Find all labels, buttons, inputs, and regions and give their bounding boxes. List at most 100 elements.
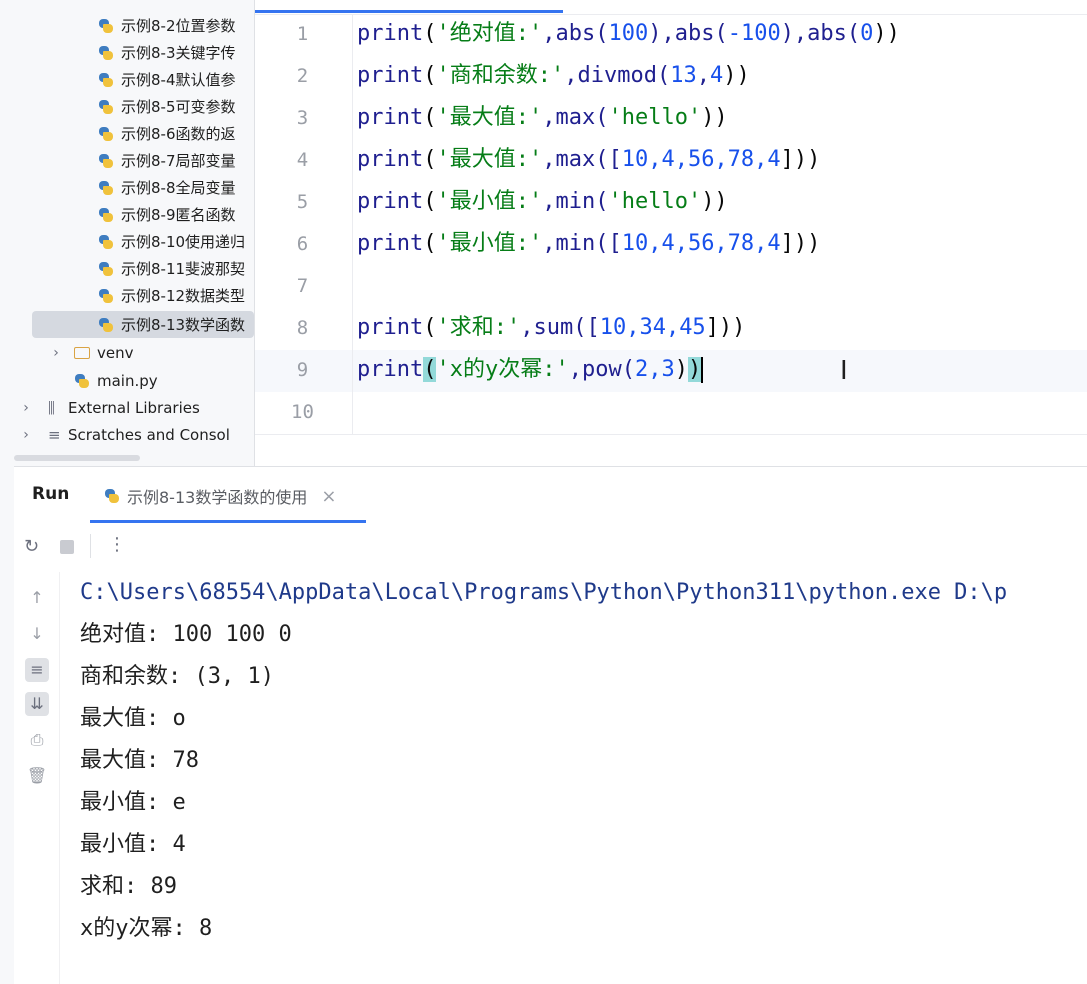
console-output-line: 商和余数: (3, 1) [80, 664, 274, 689]
tree-item-main[interactable]: main.py [74, 367, 254, 394]
run-tab-label: 示例8-13数学函数的使用 [127, 488, 308, 507]
python-file-icon [98, 261, 114, 277]
code-line-9[interactable]: print('x的y次幂:',pow(2,3)) [357, 349, 704, 391]
python-file-icon [74, 373, 90, 389]
tree-item-label: venv [97, 343, 134, 362]
code-line-5[interactable]: print('最小值:',min('hello')) [357, 181, 728, 223]
tree-item-label: 示例8-13数学函数 [121, 316, 246, 334]
tree-item-label: 示例8-9匿名函数 [121, 206, 236, 224]
python-file-icon [98, 153, 114, 169]
rerun-icon[interactable]: ↻ [24, 536, 39, 557]
tree-item-8-13-selected[interactable]: 示例8-13数学函数 [32, 311, 254, 338]
editor-bottom-border [255, 434, 1087, 435]
code-line-3[interactable]: print('最大值:',max('hello')) [357, 97, 728, 139]
console-output-line: C:\Users\68554\AppData\Local\Programs\Py… [80, 580, 1008, 605]
toolbar-separator [90, 534, 91, 558]
gutter-separator [352, 15, 353, 435]
console-output-line: x的y次幂: 8 [80, 916, 213, 941]
scroll-to-end-icon[interactable]: ⇊ [25, 692, 49, 716]
tree-item-label: 示例8-3关键字传 [121, 44, 236, 62]
run-toolbar: ↻ ⋮ [14, 524, 1087, 570]
tree-item-8-12[interactable]: 示例8-12数据类型 [98, 282, 254, 309]
folder-icon [74, 346, 90, 359]
code-line-1[interactable]: print('绝对值:',abs(100),abs(-100),abs(0)) [357, 13, 900, 55]
console-output-line: 最大值: 78 [80, 748, 199, 773]
code-line-8[interactable]: print('求和:',sum([10,34,45])) [357, 307, 745, 349]
text-caret [701, 357, 704, 383]
python-file-icon [104, 488, 120, 504]
code-line-4[interactable]: print('最大值:',max([10,4,56,78,4])) [357, 139, 820, 181]
run-tab-indicator [90, 520, 366, 523]
tree-item-label: 示例8-7局部变量 [121, 152, 236, 170]
chevron-right-icon[interactable]: › [48, 345, 64, 361]
run-tool-window-title: Run [32, 484, 70, 504]
python-file-icon [98, 234, 114, 250]
tree-item-8-6[interactable]: 示例8-6函数的返 [98, 120, 254, 147]
stop-icon[interactable] [60, 540, 74, 554]
tree-item-label: 示例8-12数据类型 [121, 287, 246, 305]
tree-item-8-8[interactable]: 示例8-8全局变量 [98, 174, 254, 201]
line-number: 1 [296, 23, 309, 45]
tree-item-8-7[interactable]: 示例8-7局部变量 [98, 147, 254, 174]
code-line-2[interactable]: print('商和余数:',divmod(13,4)) [357, 55, 750, 97]
run-tab[interactable]: 示例8-13数学函数的使用 × [104, 484, 336, 508]
python-file-icon [98, 72, 114, 88]
tree-item-label: main.py [97, 371, 158, 390]
library-icon: ⫼ [48, 398, 55, 417]
console-separator [59, 572, 60, 984]
more-icon[interactable]: ⋮ [108, 534, 126, 555]
project-tree: 示例8-2位置参数 示例8-3关键字传 示例8-4默认值参 示例8-5可变参数 … [14, 0, 254, 466]
arrow-up-icon[interactable]: ↑ [25, 586, 49, 610]
python-file-icon [98, 288, 114, 304]
line-number: 2 [296, 65, 309, 87]
line-number: 4 [296, 149, 309, 171]
line-number: 8 [296, 317, 309, 339]
line-number: 6 [296, 233, 309, 255]
line-number: 10 [291, 401, 314, 423]
soft-wrap-icon[interactable]: ≡ [25, 658, 49, 682]
horizontal-scrollbar[interactable] [14, 455, 140, 461]
console-output-line: 最大值: o [80, 706, 186, 731]
line-number: 7 [296, 275, 309, 297]
tree-item-label: 示例8-10使用递归 [121, 233, 246, 251]
python-file-icon [98, 45, 114, 61]
python-file-icon [98, 317, 114, 333]
scratches-icon: ≡ [48, 425, 61, 444]
code-line-6[interactable]: print('最小值:',min([10,4,56,78,4])) [357, 223, 820, 265]
tree-item-label: 示例8-4默认值参 [121, 71, 236, 89]
console-output-line: 绝对值: 100 100 0 [80, 622, 292, 647]
tree-item-venv[interactable]: › venv [48, 339, 254, 366]
print-icon[interactable]: ⎙ [25, 728, 49, 752]
python-file-icon [98, 99, 114, 115]
tree-item-label: External Libraries [68, 398, 200, 417]
python-file-icon [98, 207, 114, 223]
left-strip [0, 0, 14, 984]
tree-item-label: 示例8-5可变参数 [121, 98, 236, 116]
console-output-line: 最小值: 4 [80, 832, 186, 857]
line-number: 5 [296, 191, 309, 213]
trash-icon[interactable]: 🗑 [25, 764, 49, 788]
arrow-down-icon[interactable]: ↓ [25, 622, 49, 646]
python-file-icon [98, 180, 114, 196]
tree-item-label: 示例8-11斐波那契 [121, 260, 246, 278]
tree-item-label: 示例8-6函数的返 [121, 125, 236, 143]
tree-item-8-10[interactable]: 示例8-10使用递归 [98, 228, 254, 255]
tree-item-label: Scratches and Consol [68, 425, 230, 444]
tree-item-8-4[interactable]: 示例8-4默认值参 [98, 66, 254, 93]
chevron-right-icon[interactable]: › [18, 427, 34, 443]
tree-item-8-3[interactable]: 示例8-3关键字传 [98, 39, 254, 66]
tree-item-external-libraries[interactable]: › ⫼ External Libraries [18, 394, 254, 421]
ibeam-cursor-icon: I [840, 356, 848, 386]
tree-item-8-5[interactable]: 示例8-5可变参数 [98, 93, 254, 120]
line-number: 3 [296, 107, 309, 129]
console-output-line: 求和: 89 [80, 874, 177, 899]
line-number: 9 [296, 359, 309, 381]
tree-item-scratches[interactable]: › ≡ Scratches and Consol [18, 421, 254, 448]
chevron-right-icon[interactable]: › [18, 400, 34, 416]
tree-item-8-2[interactable]: 示例8-2位置参数 [98, 12, 254, 39]
close-tab-icon[interactable]: × [321, 486, 336, 507]
tree-item-8-9[interactable]: 示例8-9匿名函数 [98, 201, 254, 228]
python-file-icon [98, 126, 114, 142]
tree-item-8-11[interactable]: 示例8-11斐波那契 [98, 255, 254, 282]
python-file-icon [98, 18, 114, 34]
